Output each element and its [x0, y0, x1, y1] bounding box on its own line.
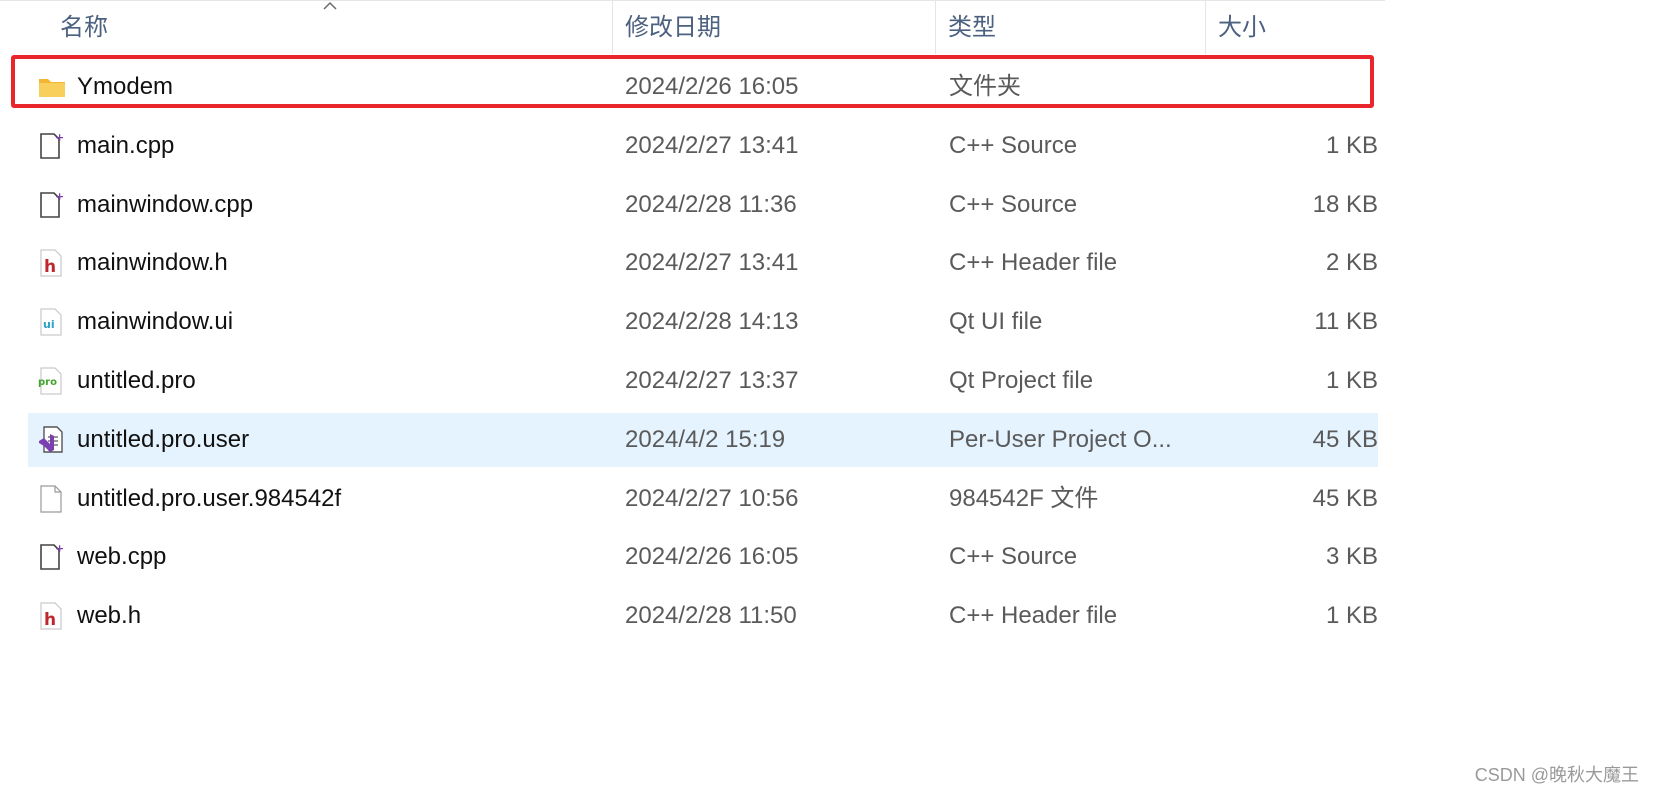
file-date-modified: 2024/2/26 16:05	[625, 73, 799, 100]
file-size: 1 KB	[1325, 602, 1378, 629]
file-explorer-view: 名称 修改日期 类型 大小 Ymodem 2024/2/26 16:05 文件夹 ++…	[0, 0, 1653, 799]
file-row[interactable]: ++ main.cpp 2024/2/27 13:41 C++ Source 1 KB	[28, 119, 1378, 173]
file-type: Qt Project file	[949, 367, 1094, 394]
file-date-modified: 2024/2/27 13:37	[625, 367, 799, 394]
file-size: 1 KB	[1325, 367, 1378, 394]
file-size: 11 KB	[1314, 308, 1378, 335]
file-row[interactable]: h web.h 2024/2/28 11:50 C++ Header file 1 KB	[28, 589, 1378, 643]
svg-text:++: ++	[55, 131, 64, 144]
cpp-file-icon: ++	[38, 190, 64, 220]
file-name: main.cpp	[77, 132, 175, 159]
file-name: mainwindow.h	[77, 249, 228, 276]
file-type: Per-User Project O...	[949, 426, 1172, 453]
qt-ui-file-icon: ui	[38, 307, 64, 337]
column-header-bar: 名称 修改日期 类型 大小	[0, 0, 1385, 54]
svg-text:++: ++	[55, 190, 64, 203]
file-type: Qt UI file	[949, 308, 1043, 335]
cpp-file-icon: ++	[38, 542, 64, 572]
svg-text:ui: ui	[43, 318, 55, 331]
file-date-modified: 2024/2/28 11:50	[625, 602, 797, 629]
file-name: untitled.pro.user	[77, 426, 250, 453]
file-type: C++ Source	[949, 132, 1078, 159]
watermark: CSDN @晚秋大魔王	[1474, 765, 1639, 785]
file-size: 3 KB	[1325, 543, 1378, 570]
svg-text:h: h	[44, 610, 56, 630]
svg-text:h: h	[44, 257, 56, 277]
header-file-icon: h	[38, 248, 64, 278]
svg-text:pro: pro	[38, 377, 57, 388]
column-header-size[interactable]: 大小	[1205, 1, 1385, 54]
file-row[interactable]: pro untitled.pro 2024/2/27 13:37 Qt Project…	[28, 354, 1378, 408]
file-size: 45 KB	[1312, 485, 1378, 512]
file-date-modified: 2024/2/28 14:13	[625, 308, 799, 335]
file-row[interactable]: untitled.pro.user.984542f 2024/2/27 10:56…	[28, 472, 1378, 526]
file-row[interactable]: ui mainwindow.ui 2024/2/28 14:13 Qt UI file…	[28, 295, 1378, 349]
file-date-modified: 2024/2/26 16:05	[625, 543, 799, 570]
file-name: mainwindow.ui	[77, 308, 234, 335]
file-row[interactable]: ++ mainwindow.cpp 2024/2/28 11:36 C++ Sourc…	[28, 178, 1378, 232]
column-header-name[interactable]: 名称	[48, 1, 612, 54]
file-type: C++ Header file	[949, 602, 1118, 629]
qt-pro-file-icon: pro	[38, 366, 64, 396]
file-date-modified: 2024/2/27 10:56	[625, 485, 799, 512]
file-name: Ymodem	[77, 73, 174, 100]
file-size: 45 KB	[1312, 426, 1378, 453]
file-row[interactable]: Ymodem 2024/2/26 16:05 文件夹	[28, 60, 1378, 114]
file-name: untitled.pro.user.984542f	[77, 485, 342, 512]
file-type: C++ Source	[949, 543, 1078, 570]
file-type: 文件夹	[949, 73, 1021, 100]
column-header-date-modified[interactable]: 修改日期	[612, 1, 935, 54]
file-name: mainwindow.cpp	[77, 191, 254, 218]
blank-file-icon	[38, 484, 64, 514]
svg-text:++: ++	[55, 542, 64, 555]
file-name: web.cpp	[77, 543, 167, 570]
file-size: 1 KB	[1325, 132, 1378, 159]
file-date-modified: 2024/2/27 13:41	[625, 132, 799, 159]
cpp-file-icon: ++	[38, 131, 64, 161]
file-row[interactable]: h mainwindow.h 2024/2/27 13:41 C++ Header f…	[28, 236, 1378, 290]
file-size: 2 KB	[1325, 249, 1378, 276]
column-header-type[interactable]: 类型	[935, 1, 1205, 54]
file-row[interactable]: ++ web.cpp 2024/2/26 16:05 C++ Source 3 KB	[28, 530, 1378, 584]
file-date-modified: 2024/2/28 11:36	[625, 191, 797, 218]
file-date-modified: 2024/2/27 13:41	[625, 249, 799, 276]
file-date-modified: 2024/4/2 15:19	[625, 426, 786, 453]
file-size	[1178, 60, 1378, 114]
visual-studio-file-icon	[38, 425, 64, 455]
file-name: untitled.pro	[77, 367, 196, 394]
file-type: C++ Source	[949, 191, 1078, 218]
file-type: C++ Header file	[949, 249, 1118, 276]
file-type: 984542F 文件	[949, 485, 1099, 512]
folder-icon	[38, 75, 65, 105]
file-name: web.h	[77, 602, 142, 629]
file-size: 18 KB	[1312, 191, 1378, 218]
header-file-icon: h	[38, 601, 64, 631]
file-row[interactable]: untitled.pro.user 2024/4/2 15:19 Per-User …	[28, 413, 1378, 467]
